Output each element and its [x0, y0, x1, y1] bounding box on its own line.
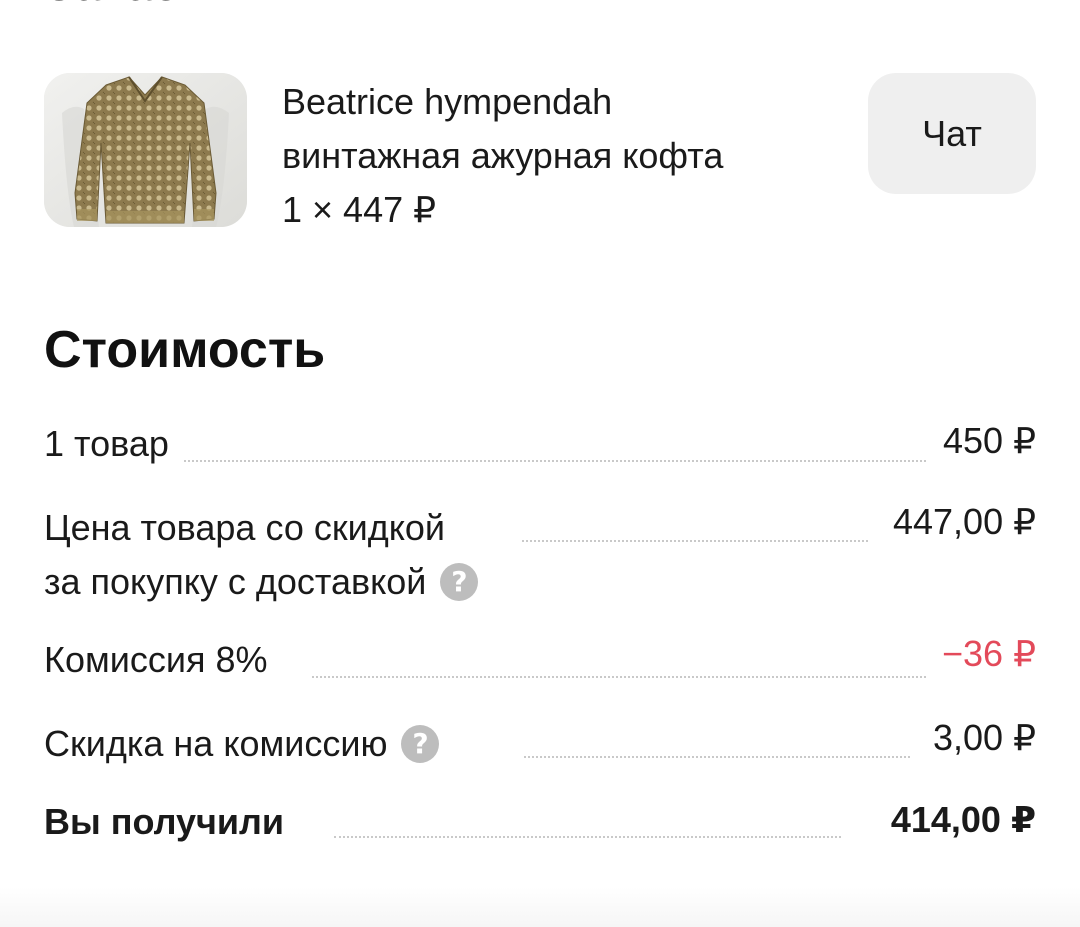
help-icon[interactable]: ?	[401, 725, 440, 763]
commission-value: −36 ₽	[934, 627, 1036, 681]
discount-price-value: 447,00 ₽	[884, 495, 1036, 549]
commission-discount-label-wrap: Скидка на комиссию?	[44, 717, 446, 771]
received-value: 414,00 ₽	[882, 793, 1036, 847]
chat-button[interactable]: Чат	[868, 73, 1036, 194]
discount-price-label-line1: Цена товара со скидкой	[44, 501, 452, 555]
product-photo-icon	[44, 73, 247, 227]
dotted-leader	[522, 540, 868, 542]
bottom-panel-edge	[0, 887, 1080, 927]
commission-label: Комиссия 8%	[44, 633, 274, 687]
discount-price-label-line2: за покупку с доставкой	[44, 561, 427, 602]
cost-row-discount-price: Цена товара со скидкой за покупку с дост…	[44, 495, 1036, 612]
cost-section-title: Стоимость	[44, 321, 326, 379]
dotted-leader	[312, 676, 926, 678]
commission-discount-value: 3,00 ₽	[925, 711, 1036, 765]
help-icon[interactable]: ?	[440, 563, 479, 601]
cost-row-commission: Комиссия 8% −36 ₽	[44, 627, 1036, 690]
received-label: Вы получили	[44, 795, 291, 849]
items-value: 450 ₽	[935, 414, 1036, 468]
order-title: Заказ	[44, 0, 178, 10]
product-name-line1: Beatrice hympendah	[282, 81, 613, 122]
product-card: Beatrice hympendah винтажная ажурная коф…	[44, 73, 1036, 230]
cost-row-received: Вы получили 414,00 ₽	[44, 793, 1036, 854]
dotted-leader	[184, 460, 926, 462]
order-details-screen: Заказ	[0, 0, 1080, 927]
product-name-line2: винтажная ажурная кофта	[282, 135, 724, 176]
cost-row-commission-discount: Скидка на комиссию? 3,00 ₽	[44, 711, 1036, 774]
discount-price-label-line2-wrap: за покупку с доставкой?	[44, 555, 485, 609]
product-quantity-price: 1 × 447 ₽	[282, 189, 437, 230]
commission-discount-label: Скидка на комиссию	[44, 723, 388, 764]
dotted-leader	[334, 836, 841, 838]
product-info: Beatrice hympendah винтажная ажурная коф…	[282, 75, 842, 237]
items-label: 1 товар	[44, 417, 175, 471]
dotted-leader	[524, 756, 910, 758]
product-image[interactable]	[44, 73, 247, 227]
cost-row-items: 1 товар 450 ₽	[44, 414, 1036, 474]
